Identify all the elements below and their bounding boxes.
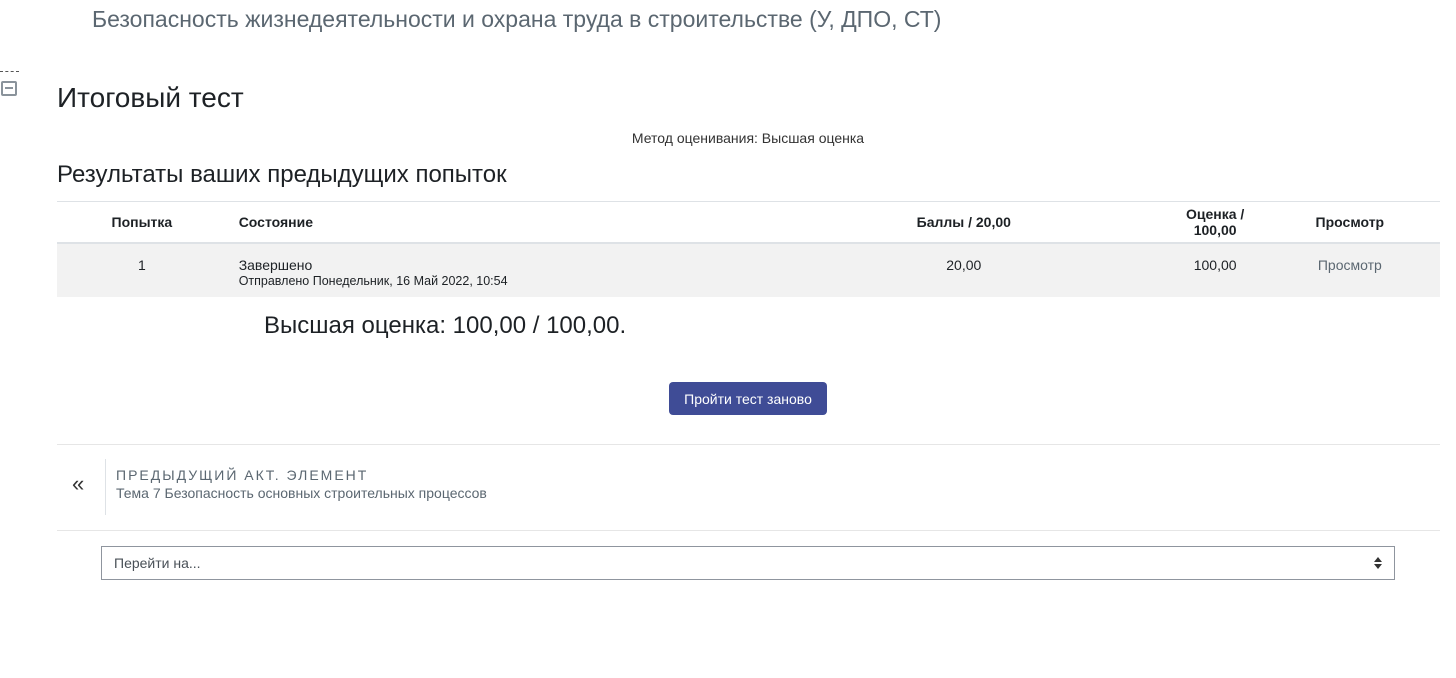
column-header-grade: Оценка / 100,00 <box>1170 201 1260 244</box>
column-header-marks: Баллы / 20,00 <box>756 201 1171 244</box>
page-title: Итоговый тест <box>57 82 244 113</box>
attempt-state-cell: Завершено Отправлено Понедельник, 16 Май… <box>226 242 757 297</box>
attempt-grade: 100,00 <box>1170 242 1260 297</box>
results-heading: Результаты ваших предыдущих попыток <box>57 161 507 188</box>
attempt-review-cell: Просмотр <box>1259 242 1440 297</box>
attempt-submitted-date: Отправлено Понедельник, 16 Май 2022, 10:… <box>238 273 508 288</box>
column-header-state: Состояние <box>226 201 757 244</box>
column-header-attempt: Попытка <box>57 201 227 244</box>
separator <box>105 459 106 515</box>
dashed-line <box>0 71 19 72</box>
divider <box>57 444 1440 445</box>
column-header-review: Просмотр <box>1259 201 1440 244</box>
collapse-box-icon <box>1 81 17 96</box>
table-header-row: Попытка Состояние Баллы / 20,00 Оценка /… <box>57 201 1440 244</box>
divider <box>57 530 1440 531</box>
attempts-table: Попытка Состояние Баллы / 20,00 Оценка /… <box>57 201 1440 297</box>
collapse-block-icon[interactable] <box>0 70 20 98</box>
retake-quiz-button[interactable]: Пройти тест заново <box>669 382 827 415</box>
previous-activity-title: Тема 7 Безопасность основных строительны… <box>116 485 487 501</box>
select-arrows-icon <box>1374 557 1382 571</box>
jump-to-value: Перейти на... <box>114 555 201 571</box>
attempt-number: 1 <box>57 242 227 297</box>
grading-method: Метод оценивания: Высшая оценка <box>631 130 865 146</box>
previous-activity-link[interactable]: « Предыдущий акт. элемент Тема 7 Безопас… <box>57 459 657 515</box>
jump-to-select[interactable]: Перейти на... <box>101 546 1395 580</box>
attempt-marks: 20,00 <box>756 242 1171 297</box>
double-chevron-left-icon: « <box>72 471 85 496</box>
previous-activity-caption: Предыдущий акт. элемент <box>116 467 369 483</box>
review-link[interactable]: Просмотр <box>1318 257 1382 273</box>
course-title[interactable]: Безопасность жизнедеятельности и охрана … <box>92 6 941 33</box>
highest-grade-summary: Высшая оценка: 100,00 / 100,00. <box>264 312 627 339</box>
table-row: 1 Завершено Отправлено Понедельник, 16 М… <box>57 242 1440 297</box>
attempt-state: Завершено <box>238 256 313 273</box>
